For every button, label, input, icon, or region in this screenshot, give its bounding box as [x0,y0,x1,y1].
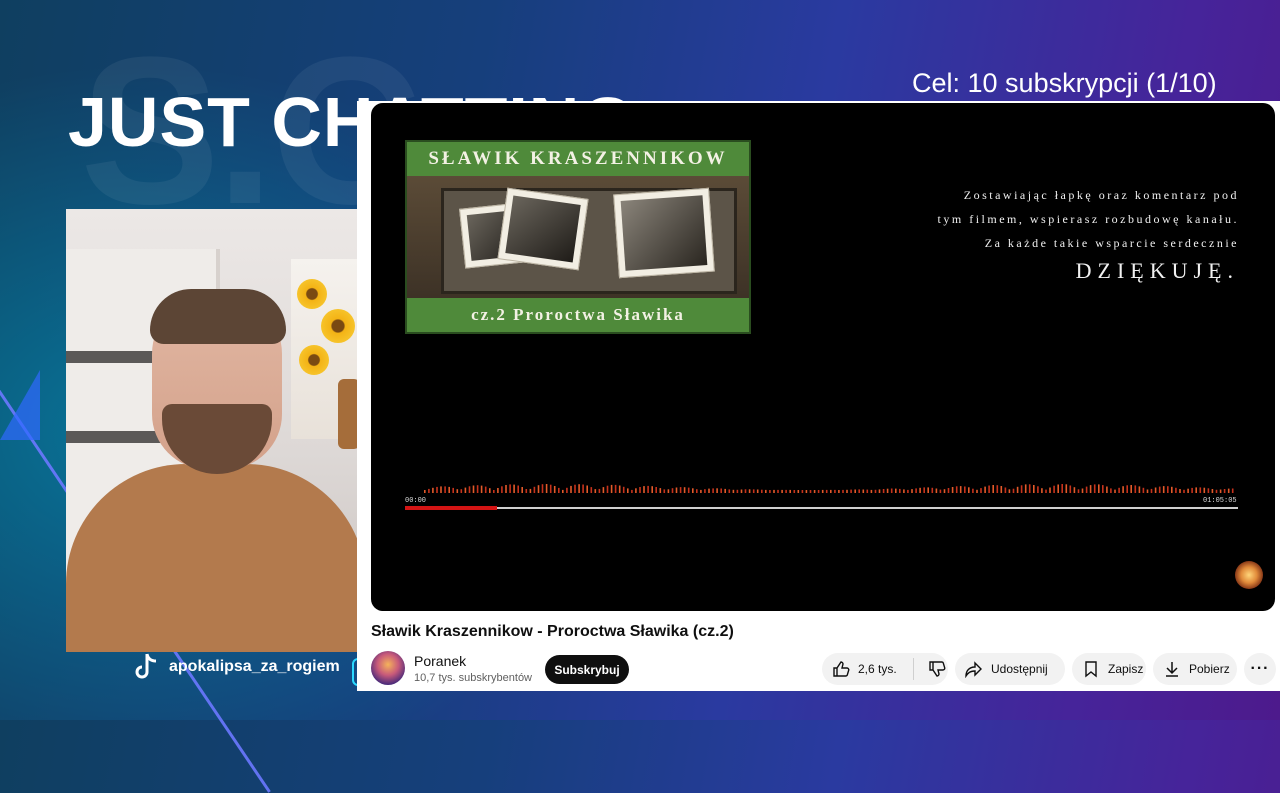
person-sweater [66,464,358,652]
download-label: Pobierz [1189,662,1230,676]
subscribe-button[interactable]: Subskrybuj [545,655,629,684]
vase [338,379,358,449]
sunflower [321,309,355,343]
tiktok-handle: apokalipsa_za_rogiem [133,652,340,682]
tiktok-username: apokalipsa_za_rogiem [169,658,340,675]
channel-avatar[interactable] [371,651,405,685]
photo-portrait [613,187,715,279]
like-count[interactable]: 2,6 tys. [858,662,897,676]
thumbs-up-icon[interactable] [832,660,850,678]
share-label: Udostępnij [991,662,1048,676]
thumbnail-title: SŁAWIK KRASZENNIKOW [407,142,749,176]
more-options-button[interactable]: ··· [1244,653,1276,685]
audio-waveform [424,484,1234,493]
download-icon [1163,660,1181,678]
tiktok-icon [133,652,159,682]
video-title: Sławik Kraszennikow - Proroctwa Sławika … [371,623,734,640]
save-label: Zapisz [1108,662,1144,676]
photo-album-image [407,176,749,298]
sunflower [299,345,329,375]
thumbnail-subtitle: cz.2 Proroctwa Sławika [407,298,749,332]
webcam-feed [66,209,358,652]
progress-fill [405,506,497,510]
video-overlay-message: Zostawiając łapkę oraz komentarz pod tym… [891,183,1239,283]
youtube-video-panel: SŁAWIK KRASZENNIKOW cz.2 Proroctwa Sławi… [357,101,1280,691]
sunflower [297,279,327,309]
video-thumbnail-card: SŁAWIK KRASZENNIKOW cz.2 Proroctwa Sławi… [405,140,751,334]
overlay-line: tym filmem, wspierasz rozbudowę kanału. [937,212,1239,226]
bookmark-icon [1082,660,1100,678]
decorative-triangle [0,370,40,440]
save-button[interactable]: Zapisz [1072,653,1146,685]
channel-subscriber-count: 10,7 tys. subskrybentów [414,672,533,684]
subscription-goal: Cel: 10 subskrypcji (1/10) [912,68,1217,98]
overlay-thanks: DZIĘKUJĘ. [1075,258,1239,283]
person-hair [150,289,286,344]
share-button[interactable]: Udostępnij [955,653,1065,685]
like-divider [912,658,914,680]
channel-name[interactable]: Poranek [414,653,466,669]
channel-watermark-icon[interactable] [1235,561,1263,589]
overlay-line: Za każde takie wsparcie serdecznie [984,236,1239,250]
photo-album [441,187,737,294]
progress-track[interactable] [405,507,1238,509]
time-current: 00:00 [405,497,427,505]
download-button[interactable]: Pobierz [1153,653,1237,685]
overlay-line: Zostawiając łapkę oraz komentarz pod [963,188,1239,202]
share-icon [965,660,983,678]
thumbs-down-icon[interactable] [928,660,946,678]
photo [497,187,589,271]
time-total: 01:05:05 [1203,497,1237,505]
like-dislike-group: 2,6 tys. [822,653,948,685]
video-player[interactable]: SŁAWIK KRASZENNIKOW cz.2 Proroctwa Sławi… [371,103,1275,611]
